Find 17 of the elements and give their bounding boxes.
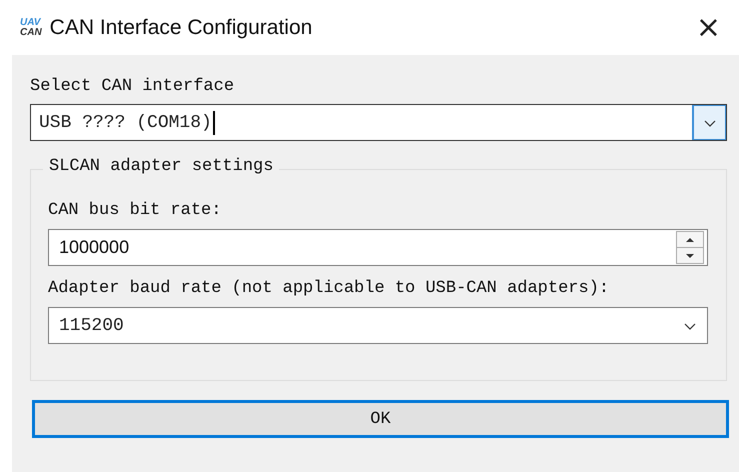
triangle-up-icon: [685, 236, 695, 242]
window-title: CAN Interface Configuration: [50, 16, 312, 40]
interface-value: USB ???? (COM18): [39, 112, 212, 132]
bitrate-spin-box[interactable]: 1000000: [48, 229, 708, 266]
baud-combo-box[interactable]: 115200: [48, 307, 708, 344]
interface-combo-box[interactable]: USB ???? (COM18): [30, 104, 727, 141]
close-button[interactable]: ×: [692, 10, 725, 45]
ok-button[interactable]: OK: [32, 400, 729, 438]
dropdown-button[interactable]: [692, 105, 726, 140]
baud-label: Adapter baud rate (not applicable to USB-CAN adapters):: [48, 279, 610, 298]
triangle-down-icon: [685, 252, 695, 258]
app-logo: UAV CAN: [20, 18, 42, 38]
text-cursor: [212, 110, 215, 134]
interface-label: Select CAN interface: [30, 77, 236, 96]
bitrate-label: CAN bus bit rate:: [48, 201, 222, 220]
group-title: SLCAN adapter settings: [43, 157, 280, 176]
bitrate-value: 1000000: [58, 237, 130, 258]
